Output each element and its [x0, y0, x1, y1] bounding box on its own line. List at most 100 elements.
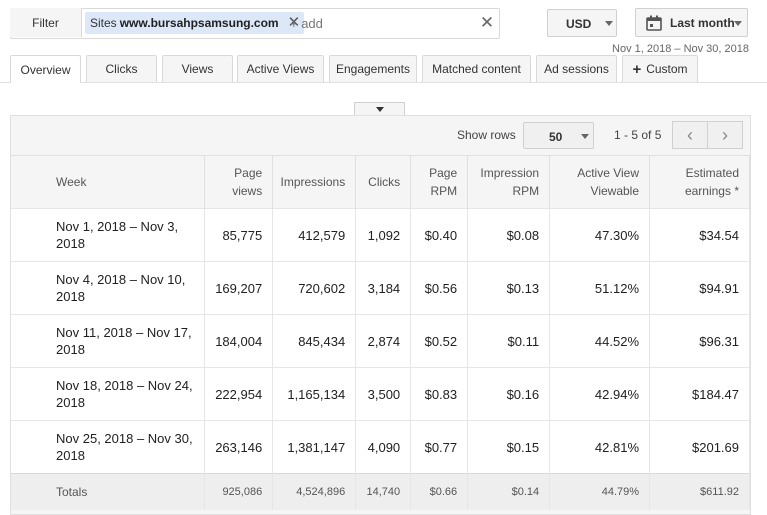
- rows-per-page-value: 50: [549, 130, 563, 144]
- chevron-right-icon: ›: [722, 124, 728, 145]
- earnings-cell: $96.31: [649, 314, 750, 368]
- next-page-button[interactable]: ›: [707, 121, 743, 149]
- active-view-cell: 47.30%: [549, 208, 651, 262]
- tab-engagements[interactable]: Engagements: [329, 55, 417, 82]
- impressions-cell: 720,602: [272, 261, 357, 315]
- total-earnings: $611.92: [649, 473, 750, 510]
- chart-toggle[interactable]: [354, 102, 405, 116]
- page-rpm-cell: $0.56: [410, 261, 469, 315]
- week-cell: Nov 1, 2018 – Nov 3, 2018: [11, 208, 206, 262]
- active-view-cell: 42.81%: [549, 420, 651, 474]
- total-page-views: 925,086: [204, 473, 274, 510]
- chip-value: www.bursahpsamsung.com: [119, 16, 279, 30]
- table-header-row: Week Page views Impressions Clicks Page RP…: [11, 155, 750, 209]
- week-cell: Nov 18, 2018 – Nov 24, 2018: [11, 367, 206, 421]
- total-active-view: 44.79%: [549, 473, 651, 510]
- page-rpm-cell: $0.40: [410, 208, 469, 262]
- column-header-week[interactable]: Week: [11, 155, 206, 209]
- tab-custom-label: Custom: [646, 62, 688, 76]
- column-header-earnings[interactable]: Estimated earnings *: [649, 155, 750, 209]
- currency-select[interactable]: USD: [547, 9, 617, 37]
- tabs-divider: [0, 82, 767, 83]
- chevron-left-icon: ‹: [687, 124, 693, 145]
- tab-views[interactable]: Views: [162, 55, 233, 82]
- impressions-cell: 412,579: [272, 208, 357, 262]
- filter-label[interactable]: Filter: [10, 8, 82, 37]
- impression-rpm-cell: $0.11: [467, 314, 551, 368]
- impressions-cell: 1,165,134: [272, 367, 357, 421]
- earnings-cell: $201.69: [649, 420, 750, 474]
- caret-down-icon: [376, 107, 384, 112]
- clicks-cell: 1,092: [355, 208, 412, 262]
- clicks-cell: 3,184: [355, 261, 412, 315]
- column-header-page-views[interactable]: Page views: [204, 155, 274, 209]
- impressions-cell: 845,434: [272, 314, 357, 368]
- date-preset-label: Last month: [670, 16, 735, 30]
- date-range-text: Nov 1, 2018 – Nov 30, 2018: [612, 43, 749, 55]
- page-rpm-cell: $0.77: [410, 420, 469, 474]
- column-header-active-view[interactable]: Active View Viewable: [549, 155, 651, 209]
- total-impression-rpm: $0.14: [467, 473, 551, 510]
- page-views-cell: 263,146: [204, 420, 274, 474]
- rows-per-page-select[interactable]: 50: [523, 122, 594, 149]
- column-header-clicks[interactable]: Clicks: [355, 155, 412, 209]
- week-cell: Nov 4, 2018 – Nov 10, 2018: [11, 261, 206, 315]
- clicks-cell: 2,874: [355, 314, 412, 368]
- earnings-cell: $34.54: [649, 208, 750, 262]
- table-row: Nov 11, 2018 – Nov 17, 2018 184,004 845,…: [11, 314, 750, 368]
- add-filter-input[interactable]: [290, 12, 470, 34]
- impression-rpm-cell: $0.15: [467, 420, 551, 474]
- impression-rpm-cell: $0.16: [467, 367, 551, 421]
- total-clicks: 14,740: [355, 473, 412, 510]
- page-views-cell: 169,207: [204, 261, 274, 315]
- page-rpm-cell: $0.83: [410, 367, 469, 421]
- pagination-text: 1 - 5 of 5: [614, 128, 662, 142]
- table-row: Nov 18, 2018 – Nov 24, 2018 222,954 1,16…: [11, 367, 750, 421]
- tab-custom[interactable]: + Custom: [622, 55, 698, 82]
- earnings-cell: $184.47: [649, 367, 750, 421]
- total-impressions: 4,524,896: [272, 473, 357, 510]
- impression-rpm-cell: $0.13: [467, 261, 551, 315]
- page-views-cell: 184,004: [204, 314, 274, 368]
- show-rows-label: Show rows: [457, 128, 516, 142]
- page-views-cell: 222,954: [204, 367, 274, 421]
- tab-ad-sessions[interactable]: Ad sessions: [536, 55, 617, 82]
- table-row: Nov 4, 2018 – Nov 10, 2018 169,207 720,6…: [11, 261, 750, 315]
- calendar-icon: [646, 15, 662, 31]
- currency-value: USD: [566, 17, 592, 31]
- column-header-impressions[interactable]: Impressions: [272, 155, 357, 209]
- totals-row: Totals 925,086 4,524,896 14,740 $0.66 $0…: [11, 473, 750, 510]
- totals-label: Totals: [11, 473, 206, 510]
- impressions-cell: 1,381,147: [272, 420, 357, 474]
- impression-rpm-cell: $0.08: [467, 208, 551, 262]
- tab-matched-content[interactable]: Matched content: [422, 55, 531, 82]
- column-header-page-rpm[interactable]: Page RPM: [410, 155, 469, 209]
- tab-overview[interactable]: Overview: [10, 55, 81, 83]
- active-view-cell: 51.12%: [549, 261, 651, 315]
- date-range-button[interactable]: Last month: [635, 8, 748, 37]
- page-views-cell: 85,775: [204, 208, 274, 262]
- clicks-cell: 4,090: [355, 420, 412, 474]
- chevron-down-icon: [581, 134, 589, 139]
- site-filter-chip[interactable]: Sites www.bursahpsamsung.com ✕: [85, 12, 305, 34]
- table-row: Nov 1, 2018 – Nov 3, 2018 85,775 412,579…: [11, 208, 750, 262]
- week-cell: Nov 25, 2018 – Nov 30, 2018: [11, 420, 206, 474]
- page-rpm-cell: $0.52: [410, 314, 469, 368]
- plus-icon: +: [632, 60, 642, 78]
- tab-active-views[interactable]: Active Views: [237, 55, 324, 82]
- column-header-impression-rpm[interactable]: Impression RPM: [467, 155, 551, 209]
- clear-filter-icon[interactable]: ✕: [478, 12, 496, 34]
- earnings-cell: $94.91: [649, 261, 750, 315]
- previous-page-button[interactable]: ‹: [672, 121, 708, 149]
- chip-prefix: Sites: [90, 16, 117, 30]
- report-table: Week Page views Impressions Clicks Page RP…: [11, 155, 750, 510]
- total-page-rpm: $0.66: [410, 473, 469, 510]
- clicks-cell: 3,500: [355, 367, 412, 421]
- chevron-down-icon: [605, 21, 613, 26]
- chevron-down-icon: [734, 21, 742, 26]
- active-view-cell: 42.94%: [549, 367, 651, 421]
- tab-clicks[interactable]: Clicks: [86, 55, 157, 82]
- active-view-cell: 44.52%: [549, 314, 651, 368]
- week-cell: Nov 11, 2018 – Nov 17, 2018: [11, 314, 206, 368]
- table-row: Nov 25, 2018 – Nov 30, 2018 263,146 1,38…: [11, 420, 750, 474]
